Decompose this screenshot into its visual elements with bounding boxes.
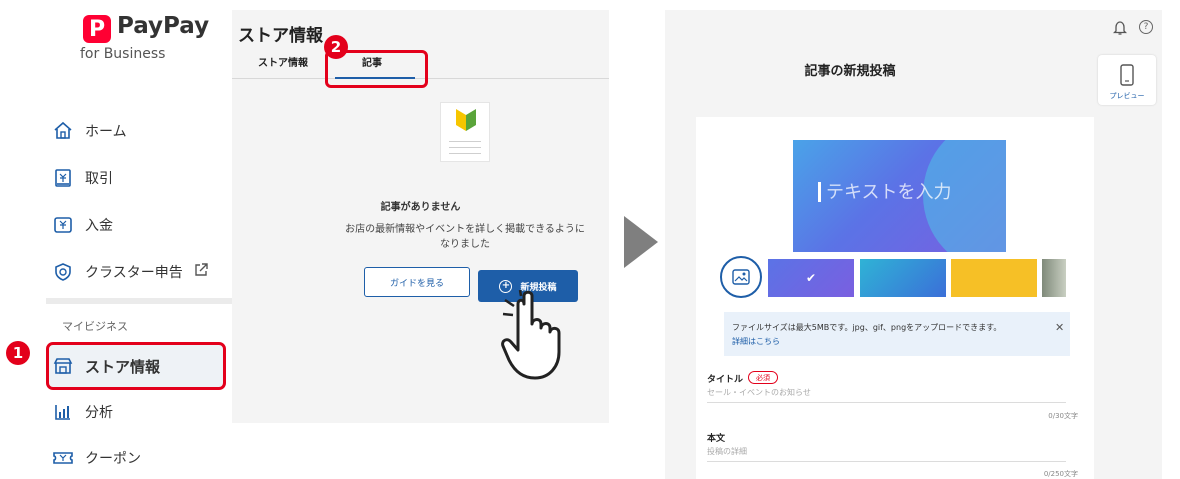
body-char-counter: 0/250文字 [1043,470,1078,478]
paypay-logo[interactable]: P PayPay for Business [64,10,234,70]
step-badge-two: 2 [324,35,348,59]
title-input-underline [707,402,1066,403]
sidebar-item-label: 取引 [85,171,113,187]
text-cursor [818,182,821,202]
sidebar-item-label: クラスター申告 [85,265,183,281]
template-thumbnail[interactable] [1042,259,1066,297]
cover-text-placeholder[interactable]: テキストを入力 [826,178,951,204]
sidebar-section-label: マイビジネス [62,320,128,333]
paypay-logo-mark: P [83,15,111,43]
template-thumbnail[interactable] [951,259,1037,297]
sidebar-divider [46,298,232,304]
chart-icon [52,401,74,423]
empty-state-title: 記事がありません [380,202,461,213]
sidebar-item-label: ストア情報 [85,357,161,376]
close-icon[interactable]: ✕ [1055,321,1064,334]
upload-photo-button[interactable] [720,256,762,298]
title-input[interactable]: セール・イベントのお知らせ [707,387,811,398]
home-icon [52,120,74,142]
title-field-label: タイトル [707,375,744,385]
new-post-panel: ? 記事の新規投稿 プレビュー テキストを入力 ✔ ファイルサイズは最大5MBで… [665,10,1162,479]
body-input-underline [707,461,1066,462]
body-field-label: 本文 [707,434,726,444]
page-title: ストア情報 [238,26,323,46]
sidebar-item-label: 入金 [85,218,113,234]
upload-notice-text: ファイルサイズは最大5MBです。jpg、gif、pngをアップロードできます。 [732,323,1002,332]
sidebar-item-analytics[interactable]: 分析 [52,394,113,430]
sidebar-item-label: 分析 [85,405,113,421]
post-form: テキストを入力 ✔ ファイルサイズは最大5MBです。jpg、gif、pngをアッ… [696,117,1094,479]
sidebar-item-label: ホーム [85,124,127,140]
smartphone-icon [1120,64,1134,86]
sidebar-item-cluster-report[interactable]: クラスター申告 [52,254,209,290]
cover-image-preview[interactable]: テキストを入力 [793,140,1006,252]
upload-notice: ファイルサイズは最大5MBです。jpg、gif、pngをアップロードできます。 … [724,312,1070,356]
title-char-counter: 0/30文字 [1048,412,1078,420]
sidebar-item-transactions[interactable]: 取引 [52,160,113,196]
preview-button[interactable]: プレビュー [1098,55,1156,105]
sidebar-item-coupon[interactable]: クーポン [52,440,141,476]
sidebar-item-label: クーポン [85,451,141,467]
next-step-arrow-icon [624,216,658,268]
template-thumbnail[interactable] [860,259,946,297]
body-input[interactable]: 投稿の詳細 [707,446,747,457]
sidebar-item-store-info[interactable]: ストア情報 [52,348,160,384]
check-icon: ✔ [806,271,817,285]
guide-button[interactable]: ガイドを見る [364,267,470,297]
template-thumbnail-selected[interactable]: ✔ [768,259,854,297]
tab-store-info[interactable]: ストア情報 [258,54,308,69]
preview-label: プレビュー [1109,92,1145,100]
details-link[interactable]: 詳細はこちら [732,336,780,347]
receipt-icon [52,167,74,189]
external-link-icon [193,262,209,282]
sidebar-item-home[interactable]: ホーム [52,113,127,149]
step-badge-one: 1 [6,341,30,365]
form-title: 記事の新規投稿 [804,64,896,79]
coupon-icon [52,447,74,469]
required-badge: 必須 [748,371,778,384]
pointing-hand-icon [501,290,561,380]
logo-subtitle: for Business [80,46,166,62]
logo-text: PayPay [117,13,210,39]
empty-document-icon [440,102,490,162]
bell-icon[interactable] [1113,20,1127,36]
empty-state-description: お店の最新情報やイベントを詳しく掲載できるように なりました [345,224,585,250]
store-info-panel: ストア情報 ストア情報 記事 2 記事がありません お店の最新情報やイベントを詳… [232,10,609,423]
store-icon [52,355,74,377]
help-icon[interactable]: ? [1139,20,1153,34]
sidebar: P PayPay for Business ホーム 取引 入金 クラスター申告 … [0,0,232,479]
sidebar-item-deposit[interactable]: 入金 [52,207,113,243]
shield-icon [52,261,74,283]
deposit-icon [52,214,74,236]
photo-icon [732,269,750,285]
